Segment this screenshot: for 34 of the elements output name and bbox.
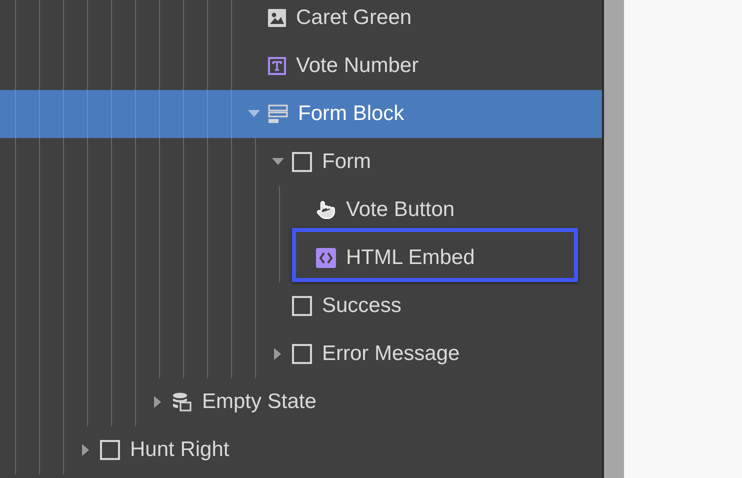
tree-row[interactable]: Vote Button [0,186,602,234]
database-icon [172,392,192,412]
image-icon [268,9,286,27]
square-icon [292,296,312,316]
item-label[interactable]: Caret Green [296,2,412,34]
tree-row[interactable]: Caret Green [0,0,602,42]
item-label[interactable]: Vote Number [296,50,419,82]
square-icon [292,152,312,172]
item-label[interactable]: Empty State [202,386,316,418]
form-block-icon [268,104,288,124]
item-label[interactable]: Form Block [298,98,404,130]
item-label[interactable]: HTML Embed [346,242,475,274]
caret-icon[interactable] [274,348,282,360]
caret-icon[interactable] [272,158,284,166]
tree-row[interactable]: Form Block [0,90,602,138]
caret-icon[interactable] [82,444,90,456]
tree-row[interactable]: Success [0,282,602,330]
item-label[interactable]: Success [322,290,402,322]
item-label[interactable]: Error Message [322,338,460,370]
square-icon [100,440,120,460]
text-icon [268,57,286,75]
tree-row[interactable]: Error Message [0,330,602,378]
tree-row[interactable]: Form [0,138,602,186]
caret-icon[interactable] [154,396,162,408]
item-label[interactable]: Vote Button [346,194,455,226]
caret-icon[interactable] [248,110,260,118]
tree-row[interactable]: Hunt Right [0,426,602,474]
item-label[interactable]: Form [322,146,371,178]
tree-row[interactable]: Empty State [0,378,602,426]
code-icon [316,248,336,268]
hand-icon [316,199,336,221]
item-label[interactable]: Hunt Right [130,434,230,466]
tree-row[interactable]: HTML Embed [0,234,602,282]
square-icon [292,344,312,364]
